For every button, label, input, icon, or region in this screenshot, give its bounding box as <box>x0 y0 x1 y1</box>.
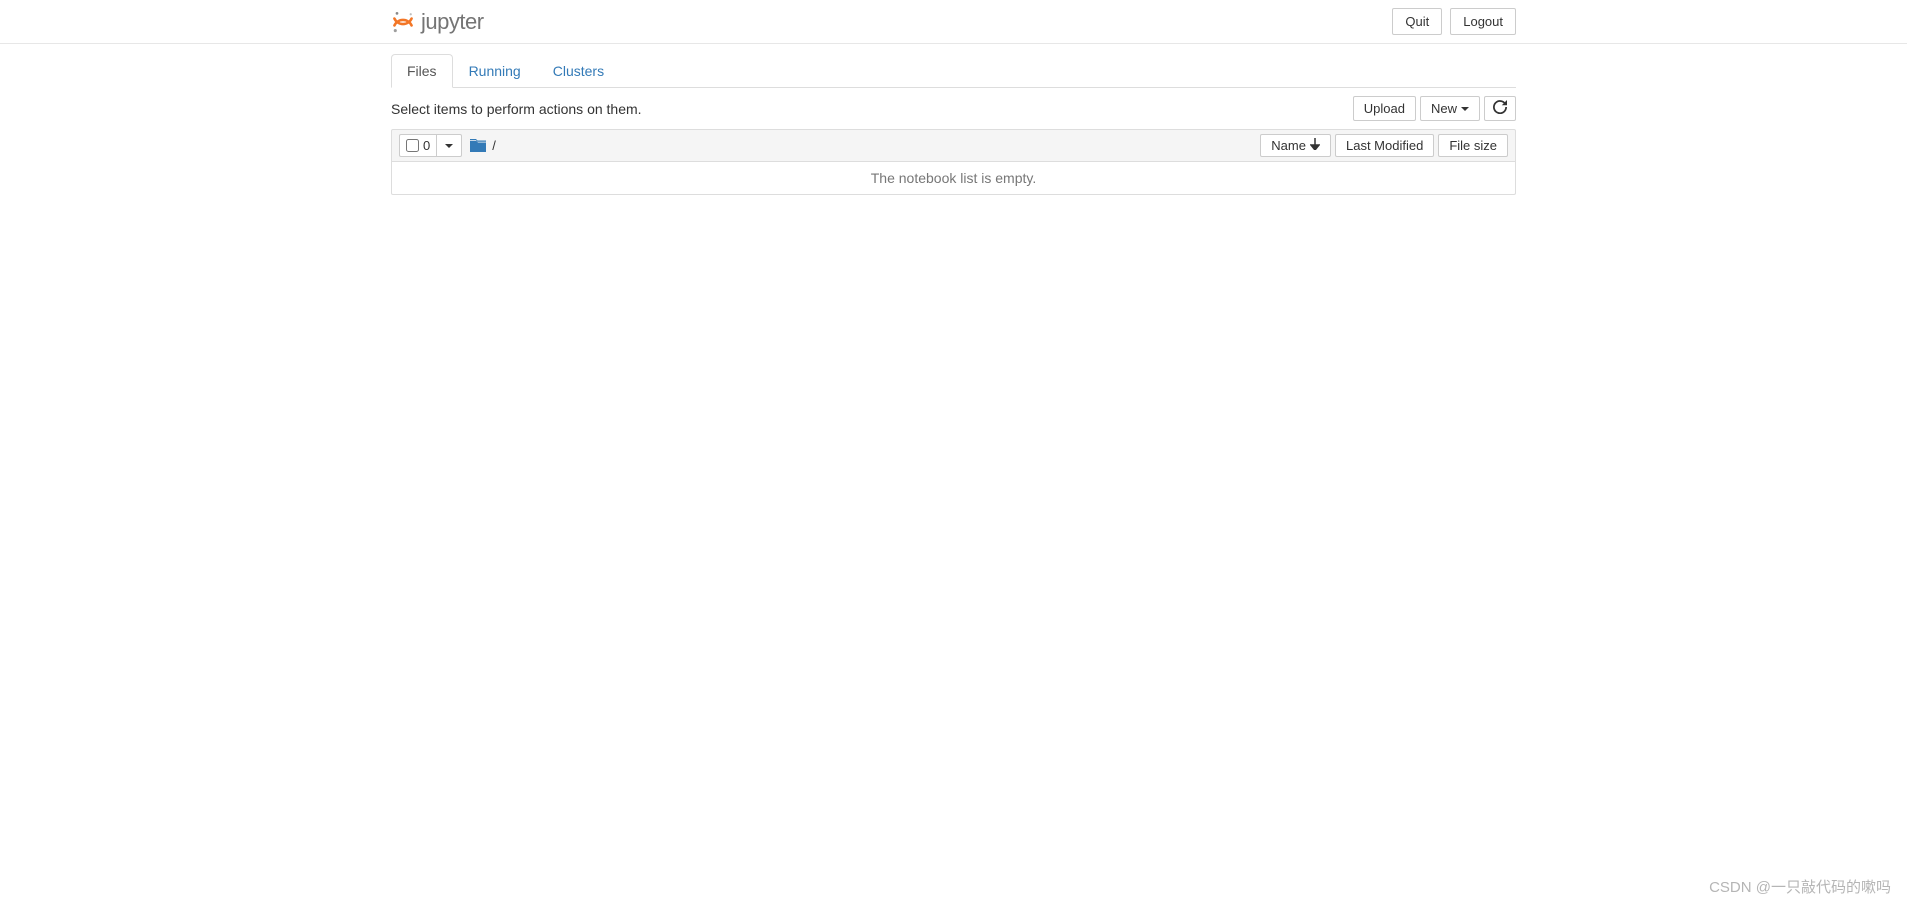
list-header-left: 0 / <box>399 134 496 157</box>
action-toolbar: Select items to perform actions on them.… <box>391 88 1516 129</box>
refresh-button[interactable] <box>1484 96 1516 121</box>
jupyter-logo-text: jupyter <box>421 9 484 35</box>
new-button[interactable]: New <box>1420 96 1480 121</box>
tab-clusters[interactable]: Clusters <box>537 54 620 88</box>
select-all-checkbox-wrap[interactable]: 0 <box>400 135 437 156</box>
breadcrumb-root: / <box>492 138 496 153</box>
arrow-down-icon <box>1310 138 1320 153</box>
select-dropdown-button[interactable] <box>437 135 461 156</box>
new-button-label: New <box>1431 101 1457 116</box>
tab-running[interactable]: Running <box>453 54 537 88</box>
refresh-icon <box>1493 100 1507 117</box>
caret-down-icon <box>1461 101 1469 116</box>
jupyter-logo[interactable]: jupyter <box>391 9 484 35</box>
select-all-group: 0 <box>399 134 462 157</box>
breadcrumb[interactable]: / <box>470 138 496 153</box>
tab-files[interactable]: Files <box>391 54 453 88</box>
sort-file-size-button[interactable]: File size <box>1438 134 1508 157</box>
folder-icon <box>470 139 486 152</box>
tabs: Files Running Clusters <box>391 54 1516 88</box>
jupyter-logo-icon <box>391 10 415 34</box>
select-all-checkbox[interactable] <box>406 139 419 152</box>
sort-name-button[interactable]: Name <box>1260 134 1331 157</box>
list-header-right: Name Last Modified File size <box>1260 134 1508 157</box>
logout-button[interactable]: Logout <box>1450 8 1516 35</box>
empty-list-message: The notebook list is empty. <box>391 162 1516 195</box>
toolbar-right: Upload New <box>1353 96 1516 121</box>
header-bar: jupyter Quit Logout <box>0 0 1907 44</box>
sort-name-label: Name <box>1271 138 1306 153</box>
select-count: 0 <box>423 138 430 153</box>
sort-last-modified-button[interactable]: Last Modified <box>1335 134 1434 157</box>
caret-down-icon <box>445 138 453 153</box>
upload-button[interactable]: Upload <box>1353 96 1416 121</box>
file-list-header: 0 / Name <box>391 129 1516 162</box>
quit-button[interactable]: Quit <box>1392 8 1442 35</box>
action-prompt: Select items to perform actions on them. <box>391 101 642 117</box>
watermark: CSDN @一只敲代码的嗽吗 <box>1709 876 1891 897</box>
header-buttons: Quit Logout <box>1392 8 1516 35</box>
